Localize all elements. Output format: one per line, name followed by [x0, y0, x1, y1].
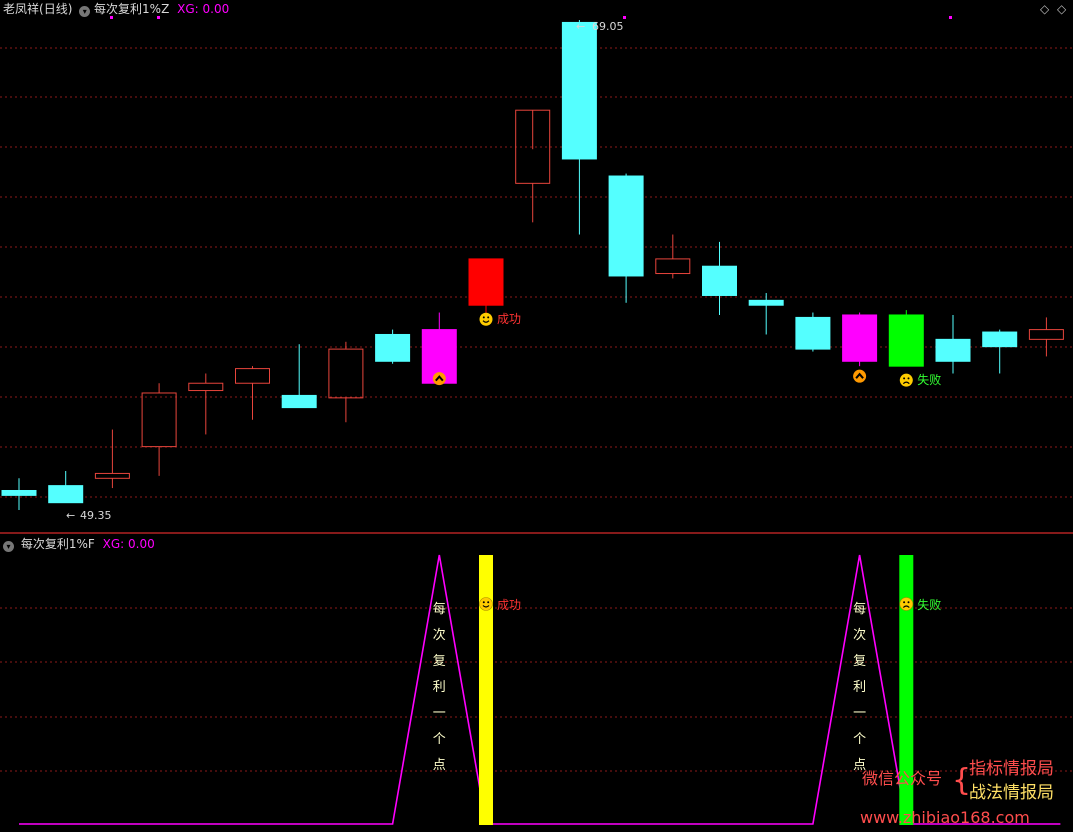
watermark-line1: 指标情报局 — [969, 759, 1054, 779]
low-price-label: 49.35 — [80, 509, 112, 522]
candle-body — [48, 485, 84, 504]
vertical-text-char: 个 — [853, 732, 866, 747]
signal-label: 失败 — [917, 372, 941, 387]
face-eye — [903, 601, 906, 604]
face-eye — [487, 316, 490, 319]
vertical-text-char: 点 — [433, 758, 446, 773]
candle-body — [188, 382, 224, 392]
frown-icon — [899, 373, 913, 387]
face-eye — [903, 377, 906, 380]
signal-bar — [479, 555, 493, 825]
vertical-text-char: 每 — [853, 601, 866, 617]
vertical-text-char: 利 — [433, 680, 446, 695]
chart-canvas: 成功失败 成功 失败每次复利一个点每次复利一个点 69.05 ← ← 49.35 … — [0, 16, 1073, 827]
candle-body — [795, 316, 831, 350]
vertical-text-char: 个 — [433, 732, 446, 747]
candle-body — [375, 333, 411, 362]
smile-icon — [479, 597, 493, 611]
vertical-text-char: 次 — [853, 627, 866, 643]
high-price-label: 69.05 — [592, 20, 624, 33]
vertical-text-char: 每 — [433, 601, 446, 617]
face-eye — [482, 316, 485, 319]
top-tick — [949, 16, 952, 19]
watermark-line2: 战法情报局 — [969, 783, 1054, 803]
candle-body — [281, 394, 317, 409]
signal-label: 成功 — [497, 598, 521, 612]
vertical-text-char: 一 — [853, 706, 866, 721]
candle-body — [935, 338, 971, 362]
top-tick — [157, 16, 160, 19]
candle-body — [328, 348, 364, 399]
candle-body — [888, 314, 924, 367]
face-eye — [487, 601, 490, 604]
face-eye — [482, 601, 485, 604]
candle-body — [1, 489, 37, 496]
candle-body — [141, 392, 177, 448]
face-eye — [907, 601, 910, 604]
candle-body — [608, 175, 644, 277]
candle-body — [702, 265, 737, 296]
candle-body — [982, 331, 1018, 348]
smile-icon — [479, 312, 493, 326]
signal-label: 成功 — [497, 312, 521, 326]
watermark-left: 微信公众号 — [862, 769, 942, 788]
top-tick — [623, 16, 626, 19]
high-arrow: ← — [576, 20, 585, 33]
low-arrow: ← — [66, 509, 75, 522]
top-tick — [110, 16, 113, 19]
candle-body — [748, 299, 784, 306]
signal-label: 失败 — [917, 597, 941, 612]
candle-body — [94, 472, 130, 479]
candlesticks — [1, 20, 1064, 510]
candle-body — [561, 21, 597, 160]
candle-body — [1028, 329, 1064, 340]
vertical-text-char: 复 — [853, 654, 866, 669]
watermark-url: www.zhibiao168.com — [860, 808, 1030, 827]
up-arrow-icon — [432, 372, 446, 386]
candle-body — [842, 314, 878, 362]
vertical-text-char: 利 — [853, 680, 866, 695]
frown-icon — [899, 597, 914, 611]
candle-body — [655, 258, 691, 275]
sub-pane: 成功 失败每次复利一个点每次复利一个点 — [19, 16, 1061, 825]
candle-body — [468, 258, 504, 306]
candle-body — [235, 368, 270, 384]
face-eye — [907, 377, 910, 380]
vertical-text-char: 一 — [433, 706, 446, 721]
vertical-text-char: 复 — [433, 654, 446, 669]
vertical-text-char: 次 — [433, 627, 446, 643]
up-arrow-icon — [853, 369, 867, 383]
